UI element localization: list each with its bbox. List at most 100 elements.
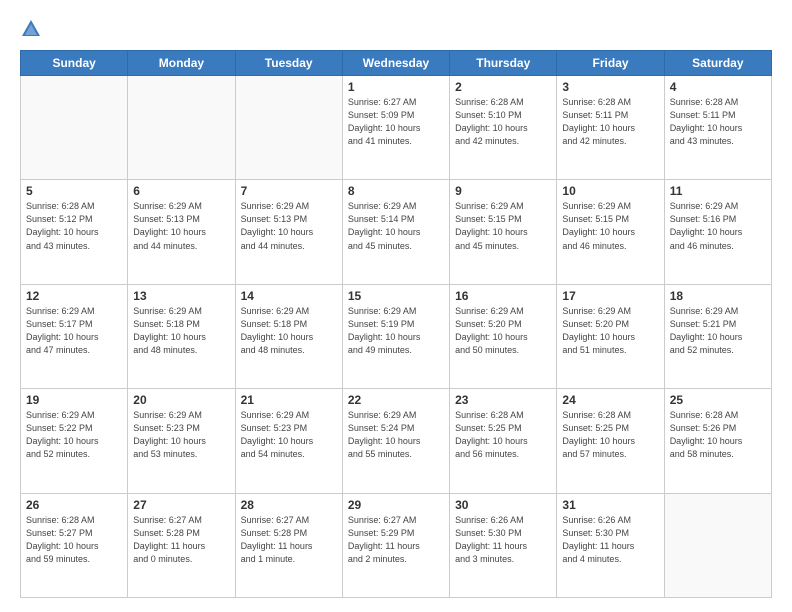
calendar-day-cell: 5 Sunrise: 6:28 AM Sunset: 5:12 PM Daylig… [21,180,128,284]
day-number: 2 [455,80,551,94]
day-number: 5 [26,184,122,198]
day-number: 10 [562,184,658,198]
day-of-week-header: Wednesday [342,51,449,76]
day-info: Sunrise: 6:26 AM Sunset: 5:30 PM Dayligh… [455,514,551,566]
day-number: 22 [348,393,444,407]
day-info: Sunrise: 6:29 AM Sunset: 5:18 PM Dayligh… [133,305,229,357]
calendar-day-cell: 18 Sunrise: 6:29 AM Sunset: 5:21 PM Dayli… [664,284,771,388]
calendar-day-cell: 21 Sunrise: 6:29 AM Sunset: 5:23 PM Dayli… [235,389,342,493]
calendar-day-cell: 9 Sunrise: 6:29 AM Sunset: 5:15 PM Daylig… [450,180,557,284]
calendar-day-cell: 23 Sunrise: 6:28 AM Sunset: 5:25 PM Dayli… [450,389,557,493]
calendar-day-cell: 17Sunrise: 6:29 AM Sunset: 5:20 PM Dayli… [557,284,664,388]
day-info: Sunrise: 6:29 AM Sunset: 5:22 PM Dayligh… [26,409,122,461]
day-info: Sunrise: 6:29 AM Sunset: 5:20 PM Dayligh… [455,305,551,357]
day-info: Sunrise: 6:28 AM Sunset: 5:25 PM Dayligh… [455,409,551,461]
day-number: 21 [241,393,337,407]
calendar-day-cell: 30Sunrise: 6:26 AM Sunset: 5:30 PM Dayli… [450,493,557,597]
page: SundayMondayTuesdayWednesdayThursdayFrid… [0,0,792,612]
calendar-day-cell: 16 Sunrise: 6:29 AM Sunset: 5:20 PM Dayli… [450,284,557,388]
day-number: 14 [241,289,337,303]
day-number: 15 [348,289,444,303]
day-info: Sunrise: 6:29 AM Sunset: 5:13 PM Dayligh… [133,200,229,252]
calendar-day-cell: 2 Sunrise: 6:28 AM Sunset: 5:10 PM Daylig… [450,76,557,180]
calendar-day-cell: 14 Sunrise: 6:29 AM Sunset: 5:18 PM Dayli… [235,284,342,388]
calendar-day-cell: 7 Sunrise: 6:29 AM Sunset: 5:13 PM Daylig… [235,180,342,284]
logo [20,18,44,40]
day-info: Sunrise: 6:28 AM Sunset: 5:12 PM Dayligh… [26,200,122,252]
day-info: Sunrise: 6:27 AM Sunset: 5:09 PM Dayligh… [348,96,444,148]
day-number: 24 [562,393,658,407]
day-of-week-header: Friday [557,51,664,76]
day-of-week-header: Monday [128,51,235,76]
calendar-day-cell: 3 Sunrise: 6:28 AM Sunset: 5:11 PM Daylig… [557,76,664,180]
calendar-day-cell: 13 Sunrise: 6:29 AM Sunset: 5:18 PM Dayli… [128,284,235,388]
day-number: 27 [133,498,229,512]
calendar-day-cell: 12 Sunrise: 6:29 AM Sunset: 5:17 PM Dayli… [21,284,128,388]
day-info: Sunrise: 6:29 AM Sunset: 5:21 PM Dayligh… [670,305,766,357]
header [20,18,772,40]
day-info: Sunrise: 6:28 AM Sunset: 5:10 PM Dayligh… [455,96,551,148]
calendar-day-cell: 29Sunrise: 6:27 AM Sunset: 5:29 PM Dayli… [342,493,449,597]
calendar-day-cell: 31 Sunrise: 6:26 AM Sunset: 5:30 PM Dayli… [557,493,664,597]
day-info: Sunrise: 6:29 AM Sunset: 5:13 PM Dayligh… [241,200,337,252]
day-number: 20 [133,393,229,407]
calendar-day-cell: 4Sunrise: 6:28 AM Sunset: 5:11 PM Daylig… [664,76,771,180]
day-info: Sunrise: 6:29 AM Sunset: 5:17 PM Dayligh… [26,305,122,357]
day-number: 8 [348,184,444,198]
day-number: 16 [455,289,551,303]
day-info: Sunrise: 6:26 AM Sunset: 5:30 PM Dayligh… [562,514,658,566]
day-info: Sunrise: 6:29 AM Sunset: 5:23 PM Dayligh… [133,409,229,461]
calendar-day-cell [664,493,771,597]
day-number: 23 [455,393,551,407]
day-info: Sunrise: 6:29 AM Sunset: 5:23 PM Dayligh… [241,409,337,461]
day-number: 7 [241,184,337,198]
day-of-week-header: Sunday [21,51,128,76]
day-number: 13 [133,289,229,303]
calendar-week-row: 12 Sunrise: 6:29 AM Sunset: 5:17 PM Dayli… [21,284,772,388]
calendar-day-cell: 15Sunrise: 6:29 AM Sunset: 5:19 PM Dayli… [342,284,449,388]
day-info: Sunrise: 6:28 AM Sunset: 5:11 PM Dayligh… [562,96,658,148]
calendar-day-cell [128,76,235,180]
calendar-day-cell: 10 Sunrise: 6:29 AM Sunset: 5:15 PM Dayli… [557,180,664,284]
calendar-header-row: SundayMondayTuesdayWednesdayThursdayFrid… [21,51,772,76]
calendar-week-row: 26 Sunrise: 6:28 AM Sunset: 5:27 PM Dayli… [21,493,772,597]
calendar-day-cell: 27 Sunrise: 6:27 AM Sunset: 5:28 PM Dayli… [128,493,235,597]
calendar-day-cell [21,76,128,180]
day-number: 29 [348,498,444,512]
day-number: 12 [26,289,122,303]
calendar-day-cell: 20 Sunrise: 6:29 AM Sunset: 5:23 PM Dayli… [128,389,235,493]
day-number: 3 [562,80,658,94]
day-number: 19 [26,393,122,407]
calendar-day-cell: 24Sunrise: 6:28 AM Sunset: 5:25 PM Dayli… [557,389,664,493]
day-of-week-header: Tuesday [235,51,342,76]
calendar-week-row: 5 Sunrise: 6:28 AM Sunset: 5:12 PM Daylig… [21,180,772,284]
day-info: Sunrise: 6:29 AM Sunset: 5:14 PM Dayligh… [348,200,444,252]
day-info: Sunrise: 6:28 AM Sunset: 5:27 PM Dayligh… [26,514,122,566]
calendar-day-cell: 1 Sunrise: 6:27 AM Sunset: 5:09 PM Daylig… [342,76,449,180]
day-number: 1 [348,80,444,94]
day-info: Sunrise: 6:29 AM Sunset: 5:15 PM Dayligh… [562,200,658,252]
calendar-day-cell: 28 Sunrise: 6:27 AM Sunset: 5:28 PM Dayli… [235,493,342,597]
calendar-day-cell: 25Sunrise: 6:28 AM Sunset: 5:26 PM Dayli… [664,389,771,493]
logo-icon [20,18,42,40]
calendar-week-row: 19 Sunrise: 6:29 AM Sunset: 5:22 PM Dayli… [21,389,772,493]
calendar-day-cell: 6Sunrise: 6:29 AM Sunset: 5:13 PM Daylig… [128,180,235,284]
calendar-day-cell [235,76,342,180]
day-number: 11 [670,184,766,198]
calendar-day-cell: 19 Sunrise: 6:29 AM Sunset: 5:22 PM Dayli… [21,389,128,493]
day-number: 18 [670,289,766,303]
day-info: Sunrise: 6:27 AM Sunset: 5:28 PM Dayligh… [241,514,337,566]
day-number: 31 [562,498,658,512]
day-number: 25 [670,393,766,407]
calendar-day-cell: 8 Sunrise: 6:29 AM Sunset: 5:14 PM Daylig… [342,180,449,284]
day-number: 9 [455,184,551,198]
day-number: 28 [241,498,337,512]
day-info: Sunrise: 6:29 AM Sunset: 5:18 PM Dayligh… [241,305,337,357]
day-number: 26 [26,498,122,512]
day-number: 17 [562,289,658,303]
calendar-table: SundayMondayTuesdayWednesdayThursdayFrid… [20,50,772,598]
day-of-week-header: Thursday [450,51,557,76]
day-info: Sunrise: 6:27 AM Sunset: 5:28 PM Dayligh… [133,514,229,566]
day-info: Sunrise: 6:28 AM Sunset: 5:11 PM Dayligh… [670,96,766,148]
day-info: Sunrise: 6:29 AM Sunset: 5:15 PM Dayligh… [455,200,551,252]
